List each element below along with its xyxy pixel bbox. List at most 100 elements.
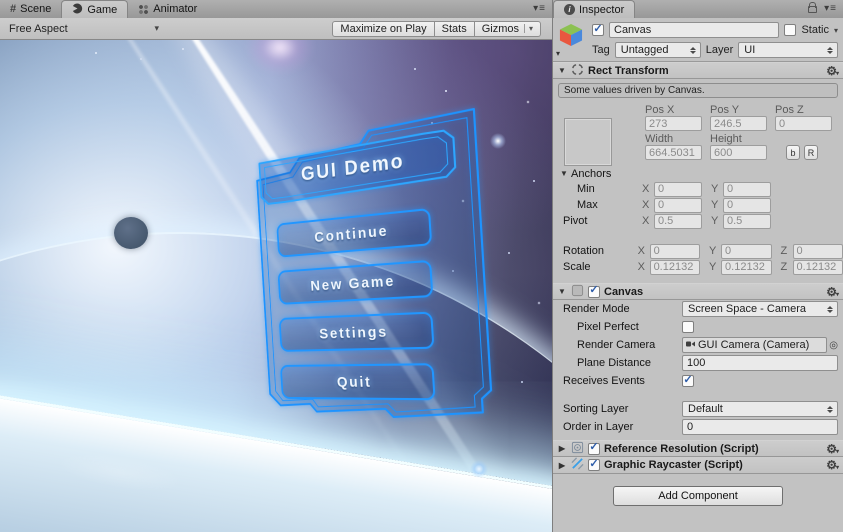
y-axis-label: Y bbox=[711, 183, 719, 195]
pane-menu-icon[interactable]: ▾≡ bbox=[824, 3, 837, 14]
render-camera-object-field[interactable]: GUI Camera (Camera) bbox=[682, 337, 828, 353]
rect-transform-title: Rect Transform bbox=[588, 64, 669, 77]
reference-resolution-checkbox[interactable]: ✓ bbox=[588, 442, 600, 455]
tab-inspector[interactable]: i Inspector bbox=[553, 0, 636, 18]
x-axis-label: X bbox=[637, 245, 645, 257]
dropdown-arrows-icon bbox=[825, 405, 835, 413]
gear-icon[interactable]: ⚙ ▾ bbox=[826, 459, 839, 471]
plane-distance-field[interactable]: 100 bbox=[682, 355, 838, 371]
inspector-tabbar: i Inspector ▾≡ bbox=[553, 0, 843, 18]
max-label: Max bbox=[577, 199, 598, 211]
active-checkbox[interactable]: ✓ bbox=[592, 23, 604, 36]
height-field: 600 bbox=[710, 145, 767, 160]
add-component-button[interactable]: Add Component bbox=[613, 486, 783, 506]
receives-events-checkbox[interactable]: ✓ bbox=[682, 374, 694, 387]
anchors-min-row: Min X 0 Y 0 bbox=[553, 181, 843, 197]
gizmos-button[interactable]: Gizmos ▾ bbox=[474, 20, 541, 37]
tab-scene-label: Scene bbox=[20, 3, 52, 15]
maximize-on-play-button[interactable]: Maximize on Play bbox=[332, 20, 435, 37]
layer-dropdown[interactable]: UI bbox=[738, 42, 838, 58]
sorting-layer-label: Sorting Layer bbox=[563, 403, 629, 415]
tab-game[interactable]: Game bbox=[61, 0, 129, 18]
canvas-enabled-checkbox[interactable]: ✓ bbox=[588, 285, 600, 298]
foldout-closed-icon[interactable]: ▶ bbox=[557, 444, 567, 453]
foldout-closed-icon[interactable]: ▶ bbox=[557, 461, 567, 470]
width-field: 664.5031 bbox=[645, 145, 702, 160]
pivot-label: Pivot bbox=[563, 215, 588, 227]
pos-x-label: Pos X bbox=[645, 104, 675, 116]
game-icon bbox=[72, 3, 83, 17]
foldout-open-icon[interactable]: ▼ bbox=[557, 66, 567, 75]
scale-label: Scale bbox=[563, 261, 591, 273]
blueprint-mode-button[interactable]: b bbox=[786, 145, 800, 160]
bright-star-lower bbox=[470, 460, 488, 478]
gear-icon[interactable]: ⚙ ▾ bbox=[826, 286, 839, 298]
rotation-z-field: 0 bbox=[792, 243, 843, 259]
height-label: Height bbox=[710, 133, 742, 145]
sorting-layer-dropdown[interactable]: Default bbox=[682, 401, 838, 417]
reference-resolution-icon bbox=[571, 441, 584, 457]
reference-resolution-title: Reference Resolution (Script) bbox=[604, 442, 759, 455]
driven-values-helpbox: Some values driven by Canvas. bbox=[558, 83, 838, 98]
order-in-layer-field[interactable]: 0 bbox=[682, 419, 838, 435]
pivot-y-field: 0.5 bbox=[723, 213, 771, 229]
gear-icon[interactable]: ⚙ ▾ bbox=[826, 65, 839, 77]
max-x-field: 0 bbox=[654, 197, 702, 213]
graphic-raycaster-header[interactable]: ▶ ✓ Graphic Raycaster (Script) ⚙ ▾ bbox=[553, 457, 843, 474]
y-axis-label: Y bbox=[709, 245, 717, 257]
scene-grid-icon: # bbox=[10, 3, 17, 15]
foldout-open-icon[interactable]: ▼ bbox=[559, 169, 569, 178]
min-y-field: 0 bbox=[723, 181, 771, 197]
pane-menu-icon[interactable]: ▾≡ bbox=[533, 3, 546, 14]
pixel-perfect-checkbox[interactable] bbox=[682, 321, 694, 333]
static-label: Static bbox=[801, 24, 829, 36]
render-mode-dropdown[interactable]: Screen Space - Camera bbox=[682, 301, 838, 317]
inspector-pane: i Inspector ▾≡ ▾ ✓ Canvas Static ▾ Tag U… bbox=[552, 0, 843, 532]
static-checkbox[interactable] bbox=[784, 24, 797, 36]
dropdown-arrows-icon bbox=[825, 305, 835, 313]
camera-icon bbox=[686, 339, 695, 351]
graphic-raycaster-checkbox[interactable]: ✓ bbox=[588, 458, 600, 471]
canvas-component-header[interactable]: ▼ ✓ Canvas ⚙ ▾ bbox=[553, 283, 843, 300]
chevron-down-icon: ▾ bbox=[556, 49, 561, 58]
tab-animator[interactable]: Animator bbox=[128, 0, 207, 18]
tab-game-label: Game bbox=[87, 3, 118, 16]
name-field[interactable]: Canvas bbox=[609, 22, 780, 38]
canvas-icon bbox=[571, 284, 584, 300]
tag-dropdown[interactable]: Untagged bbox=[614, 42, 701, 58]
gameobject-cube-icon[interactable]: ▾ bbox=[556, 22, 588, 58]
anchors-foldout[interactable]: ▼ Anchors bbox=[553, 166, 843, 181]
aspect-dropdown[interactable]: Free Aspect ▾ bbox=[3, 21, 165, 37]
width-label: Width bbox=[645, 133, 674, 145]
rect-transform-icon bbox=[571, 63, 584, 79]
rect-transform-header[interactable]: ▼ Rect Transform ⚙ ▾ bbox=[553, 62, 843, 79]
rotation-y-field: 0 bbox=[721, 243, 772, 259]
pixel-perfect-row: Pixel Perfect bbox=[553, 318, 843, 336]
gear-icon[interactable]: ⚙ ▾ bbox=[826, 443, 839, 455]
receives-events-row: Receives Events ✓ bbox=[553, 372, 843, 390]
quit-button[interactable]: Quit bbox=[279, 363, 436, 401]
tab-scene[interactable]: # Scene bbox=[0, 0, 61, 18]
static-dropdown-icon[interactable]: ▾ bbox=[834, 26, 838, 35]
y-axis-label: Y bbox=[711, 215, 719, 227]
gizmos-label: Gizmos bbox=[481, 22, 519, 35]
raw-edit-mode-button[interactable]: R bbox=[804, 145, 818, 160]
game-toolbar: Free Aspect ▾ Maximize on Play Stats Giz… bbox=[0, 18, 552, 40]
stats-button[interactable]: Stats bbox=[434, 20, 475, 37]
inspector-body: ▾ ✓ Canvas Static ▾ Tag Untagged Layer U… bbox=[553, 18, 843, 532]
x-axis-label: X bbox=[642, 183, 650, 195]
gameobject-header: ▾ ✓ Canvas Static ▾ Tag Untagged Layer U… bbox=[553, 18, 843, 61]
lock-icon[interactable] bbox=[808, 2, 817, 13]
anchor-preview[interactable] bbox=[564, 118, 612, 166]
z-axis-label: Z bbox=[780, 261, 788, 273]
object-picker-icon[interactable]: ◎ bbox=[829, 340, 838, 351]
dropdown-arrows-icon bbox=[688, 46, 698, 54]
reference-resolution-header[interactable]: ▶ ✓ Reference Resolution (Script) ⚙ ▾ bbox=[553, 440, 843, 457]
graphic-raycaster-icon bbox=[571, 457, 584, 473]
foldout-open-icon[interactable]: ▼ bbox=[557, 287, 567, 296]
game-pane: # Scene Game Animator ▾≡ Free Aspect ▾ M… bbox=[0, 0, 552, 532]
settings-button[interactable]: Settings bbox=[278, 311, 435, 352]
pos-y-field: 246.5 bbox=[710, 116, 767, 131]
